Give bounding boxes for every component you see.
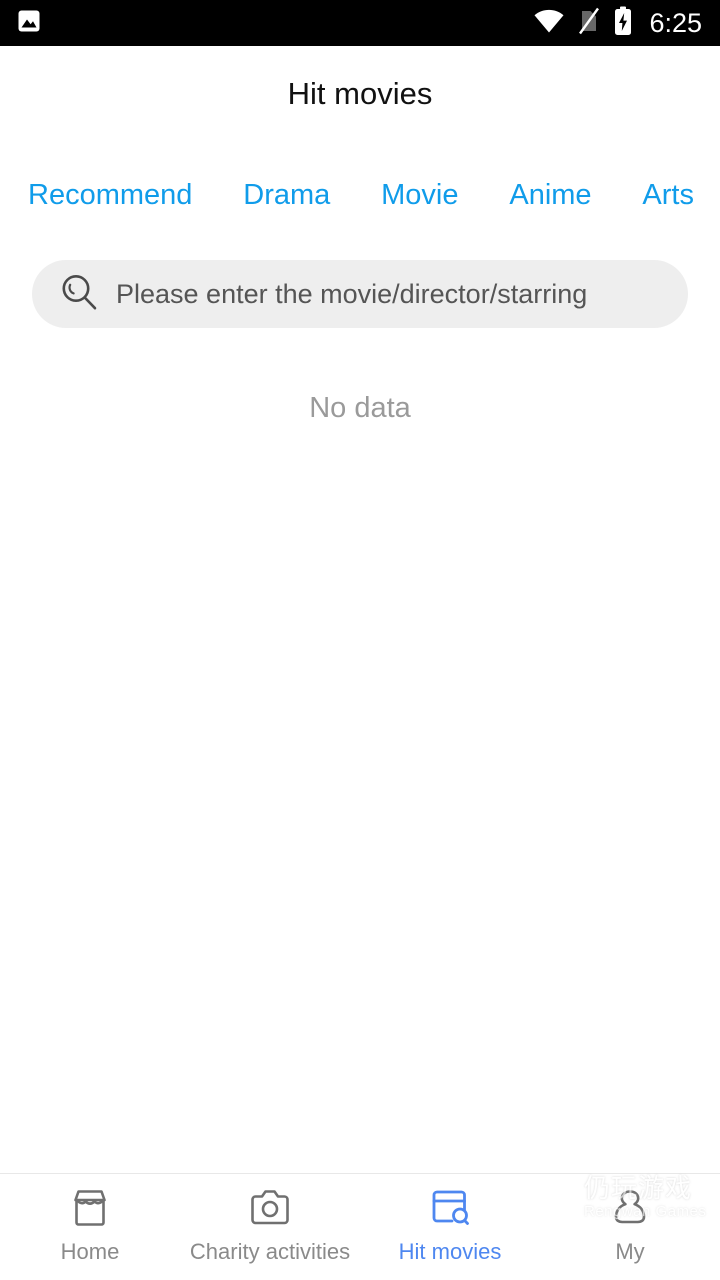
no-sim-icon <box>577 7 601 40</box>
browser-search-icon <box>426 1184 474 1232</box>
tab-drama[interactable]: Drama <box>243 179 330 212</box>
tab-recommend[interactable]: Recommend <box>28 179 192 212</box>
nav-item-hit-movies[interactable]: Hit movies <box>360 1184 540 1263</box>
status-bar-left <box>16 8 42 39</box>
nav-label-charity-activities: Charity activities <box>189 1239 351 1264</box>
status-bar-clock: 6:25 <box>649 7 702 38</box>
nav-label-home: Home <box>60 1239 120 1264</box>
page-title: Hit movies <box>287 76 433 111</box>
battery-charging-icon <box>613 6 633 41</box>
nav-label-hit-movies: Hit movies <box>398 1239 502 1264</box>
status-bar: 6:25 <box>0 0 720 46</box>
nav-item-charity-activities[interactable]: Charity activities <box>180 1184 360 1263</box>
bottom-navigation-bar: Home Charity activities Hit movies My <box>0 1173 720 1280</box>
empty-state-message: No data <box>309 392 411 424</box>
status-bar-right: 6:25 <box>533 6 702 41</box>
nav-item-home[interactable]: Home <box>0 1184 180 1263</box>
search-input[interactable] <box>116 260 662 328</box>
app-screen: 6:25 Hit movies Recommend Drama Movie An… <box>0 0 720 1280</box>
category-tab-bar: Recommend Drama Movie Anime Arts <box>0 160 720 230</box>
tab-movie[interactable]: Movie <box>381 179 458 212</box>
image-icon <box>16 8 42 39</box>
tab-arts[interactable]: Arts <box>642 179 694 212</box>
wifi-icon <box>533 8 565 39</box>
nav-item-my[interactable]: My <box>540 1184 720 1263</box>
search-icon <box>58 271 100 318</box>
user-icon <box>606 1184 654 1232</box>
search-bar[interactable] <box>32 260 688 328</box>
store-icon <box>66 1184 114 1232</box>
tab-anime[interactable]: Anime <box>509 179 591 212</box>
nav-label-my: My <box>615 1239 645 1264</box>
camera-icon <box>246 1184 294 1232</box>
